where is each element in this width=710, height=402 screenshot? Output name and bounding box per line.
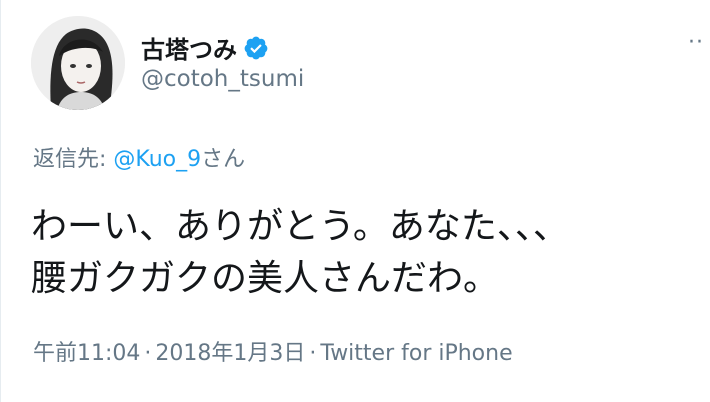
tweet-meta: 午前11:04 · 2018年1月3日 · Twitter for iPhone xyxy=(33,335,513,367)
display-name-text: 古塔つみ xyxy=(141,36,237,64)
avatar[interactable] xyxy=(31,16,125,110)
verified-badge-icon xyxy=(243,35,269,61)
meta-separator: · xyxy=(309,341,317,366)
tweet-date[interactable]: 2018年1月3日 xyxy=(155,341,305,366)
reply-mention-link[interactable]: @Kuo_9 xyxy=(113,147,201,172)
user-handle[interactable]: @cotoh_tsumi xyxy=(141,66,304,92)
reply-suffix: さん xyxy=(201,147,246,172)
reply-prefix: 返信先: xyxy=(33,147,114,172)
tweet-text: わーい、ありがとう。あなた、、、 腰ガクガクの美人さんだわ。 xyxy=(31,201,701,305)
tweet-text-line-2: 腰ガクガクの美人さんだわ。 xyxy=(31,258,500,299)
avatar-portrait xyxy=(31,16,125,110)
tweet-card: 古塔つみ @cotoh_tsumi ·· 返信先: @Kuo_9さん わーい、あ… xyxy=(0,0,710,402)
reply-context: 返信先: @Kuo_9さん xyxy=(33,141,245,173)
tweet-text-line-1: わーい、ありがとう。あなた、、、 xyxy=(31,206,569,247)
tweet-source[interactable]: Twitter for iPhone xyxy=(320,341,512,366)
more-options-icon[interactable]: ·· xyxy=(688,30,704,55)
tweet-time[interactable]: 午前11:04 xyxy=(33,341,140,366)
meta-separator: · xyxy=(144,341,152,366)
display-name[interactable]: 古塔つみ xyxy=(141,30,269,65)
